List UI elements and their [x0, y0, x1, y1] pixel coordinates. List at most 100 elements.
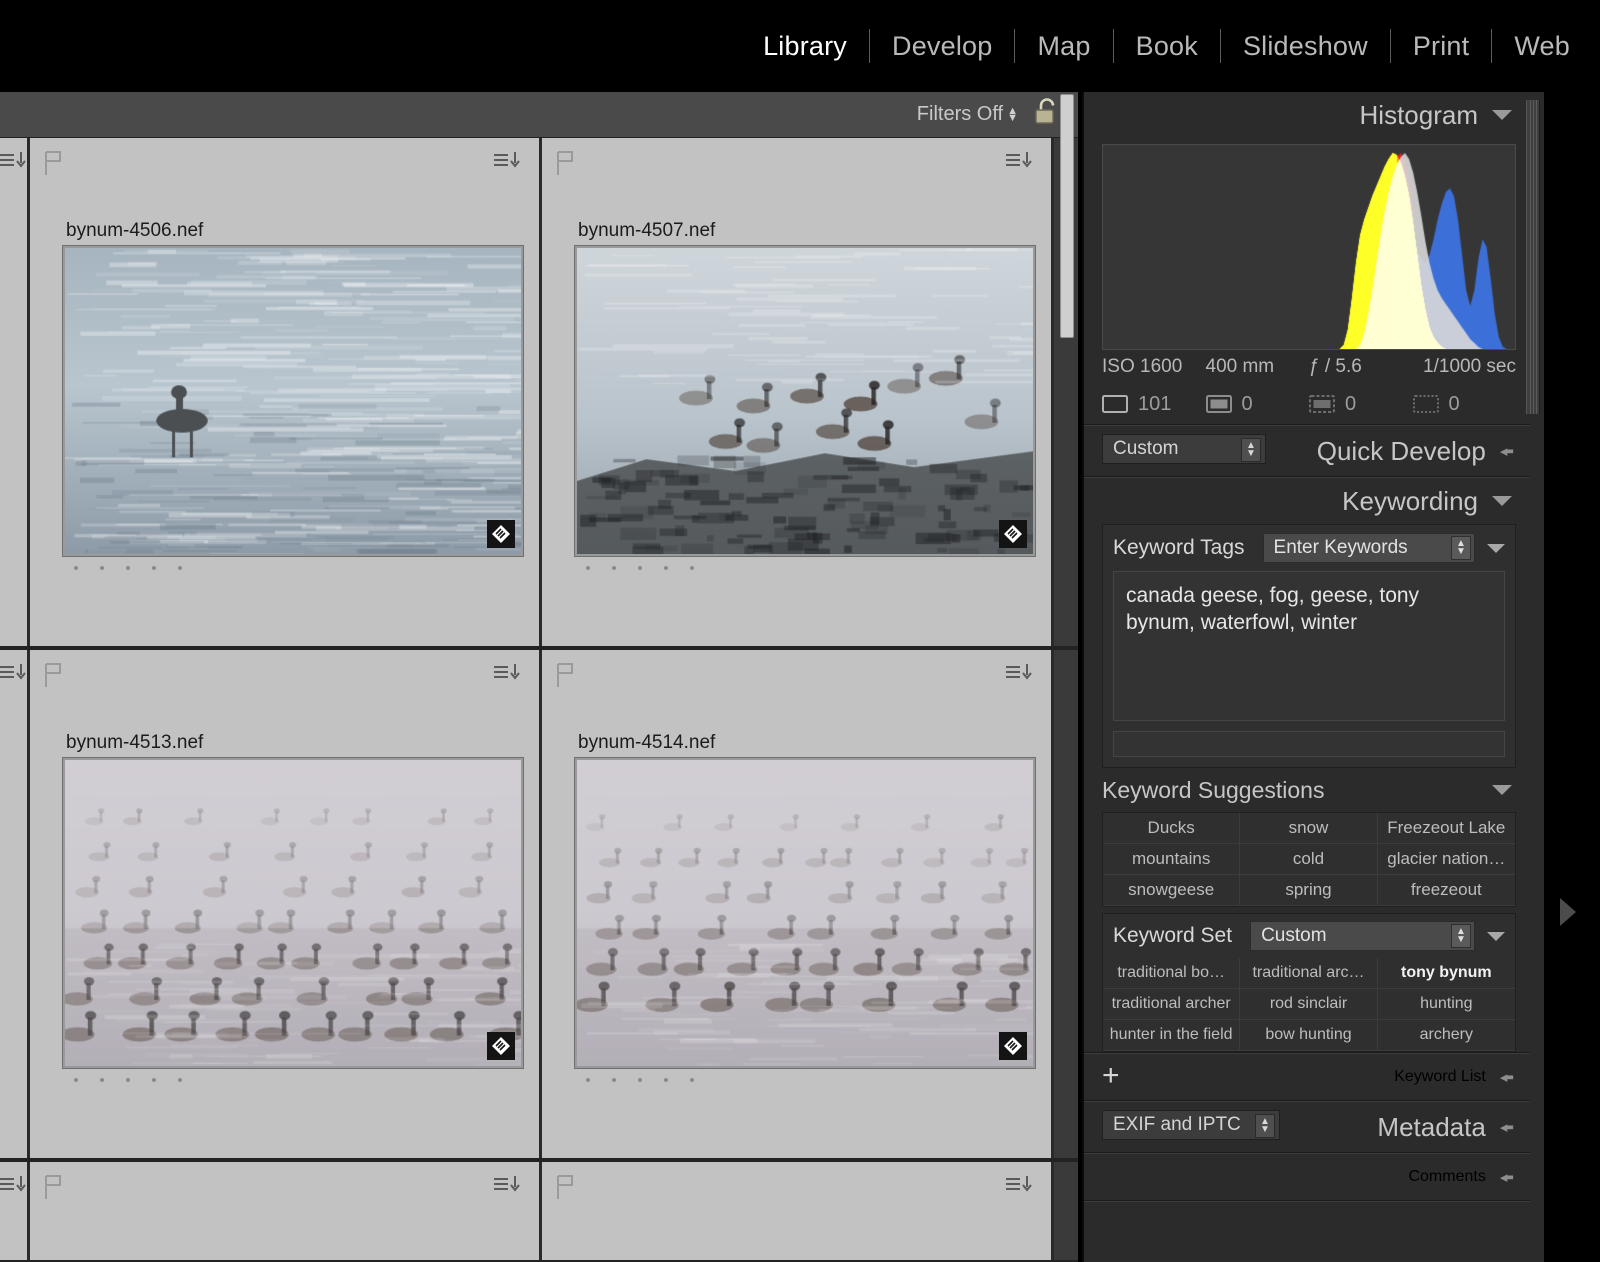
add-keyword-button[interactable]: +	[1102, 1061, 1120, 1091]
keyword-cell[interactable]: cold	[1240, 844, 1378, 875]
histogram-chart[interactable]	[1102, 144, 1516, 350]
chevron-down-icon[interactable]	[1492, 785, 1512, 795]
chevron-down-icon[interactable]	[1487, 931, 1505, 941]
keyword-cell[interactable]: snowgeese	[1103, 875, 1241, 906]
thumbnail-cell[interactable]: bynum-4506.nef	[30, 138, 542, 646]
keyword-set-grid[interactable]: traditional bo… traditional arc… tony bynu…	[1103, 958, 1515, 1051]
filter-stepper-icon[interactable]: ▲ ▼	[1007, 105, 1018, 123]
thumbnail-image[interactable]	[62, 757, 524, 1069]
thumbnail-image[interactable]	[62, 245, 524, 557]
chevron-down-icon[interactable]	[1492, 496, 1512, 506]
keyword-entry-input[interactable]	[1113, 731, 1505, 757]
right-panel-scrollbar[interactable]	[1526, 100, 1540, 414]
panel-scrubber-icon[interactable]: ◂▪▪	[1500, 1118, 1514, 1136]
panel-expand-arrow-icon[interactable]	[1560, 898, 1576, 926]
flag-icon[interactable]	[44, 150, 66, 176]
quick-develop-section-header[interactable]: Custom ▲ ▼ Quick Develop ◂▪▪	[1084, 426, 1530, 476]
keyword-cell[interactable]: Freezeout Lake	[1377, 813, 1515, 844]
grid-scrollbar-thumb[interactable]	[1060, 94, 1074, 338]
unsaved-metadata-icon[interactable]	[1005, 150, 1039, 181]
module-tab-library[interactable]: Library	[741, 31, 869, 62]
module-tab-web[interactable]: Web	[1492, 31, 1592, 62]
library-filter-bar[interactable]: Filters Off ▲ ▼	[0, 92, 1078, 138]
metadata-preset-select[interactable]: EXIF and IPTC ▲ ▼	[1102, 1110, 1280, 1140]
flag-icon[interactable]	[556, 150, 578, 176]
keyword-cell[interactable]: traditional archer	[1103, 989, 1241, 1020]
keyword-suggestions-section-header[interactable]: Keyword Suggestions	[1084, 768, 1530, 812]
unlocked-padlock-icon[interactable]	[1034, 97, 1060, 132]
keywords-textarea[interactable]: canada geese, fog, geese, tony bynum, wa…	[1113, 571, 1505, 721]
keyword-cell[interactable]: Ducks	[1103, 813, 1241, 844]
unsaved-metadata-icon[interactable]	[1005, 662, 1039, 693]
thumbnail-image[interactable]	[574, 245, 1036, 557]
chevron-down-icon[interactable]	[1487, 543, 1505, 553]
unsaved-metadata-icon[interactable]	[493, 1174, 527, 1205]
keyword-cell[interactable]: traditional bo…	[1103, 958, 1241, 989]
keyword-tag-badge[interactable]	[999, 520, 1027, 548]
flag-icon[interactable]	[556, 662, 578, 688]
thumbnail-image[interactable]	[574, 757, 1036, 1069]
keyword-set-select[interactable]: Custom ▲ ▼	[1250, 921, 1475, 951]
stepper-arrows-icon[interactable]: ▲ ▼	[1451, 536, 1471, 560]
comments-section-header[interactable]: Comments ◂▪▪	[1084, 1154, 1530, 1200]
unsaved-metadata-icon[interactable]	[493, 662, 527, 693]
flag-icon[interactable]	[556, 1174, 578, 1200]
thumbnail-cell-partial[interactable]	[0, 1162, 30, 1260]
thumbnail-cell-partial[interactable]	[0, 138, 30, 646]
keyword-list-section-header[interactable]: + Keyword List ◂▪▪	[1084, 1054, 1530, 1100]
panel-scrubber-icon[interactable]: ◂▪▪	[1500, 1068, 1514, 1086]
module-tab-book[interactable]: Book	[1114, 31, 1220, 62]
keyword-cell[interactable]: traditional arc…	[1240, 958, 1378, 989]
keyword-cell[interactable]: tony bynum	[1377, 958, 1515, 989]
keyword-cell[interactable]: glacier nation…	[1377, 844, 1515, 875]
keyword-tag-badge[interactable]	[487, 520, 515, 548]
unsaved-metadata-icon[interactable]	[493, 150, 527, 181]
keyword-cell[interactable]: spring	[1240, 875, 1378, 906]
keyword-mode-select[interactable]: Enter Keywords ▲ ▼	[1262, 533, 1475, 563]
keyword-suggestions-grid[interactable]: Ducks snow Freezeout Lake mountains cold glac…	[1103, 813, 1515, 906]
unsaved-metadata-icon[interactable]	[0, 1174, 33, 1205]
metadata-section-header[interactable]: EXIF and IPTC ▲ ▼ Metadata ◂▪▪	[1084, 1102, 1530, 1152]
chevron-down-icon[interactable]	[1492, 110, 1512, 120]
keyword-cell[interactable]: snow	[1240, 813, 1378, 844]
thumbnail-cell[interactable]: bynum-4514.nef	[542, 650, 1054, 1158]
stepper-arrows-icon[interactable]: ▲ ▼	[1451, 924, 1471, 948]
thumbnail-cell-partial[interactable]	[0, 650, 30, 1158]
unsaved-metadata-icon[interactable]	[0, 662, 33, 693]
thumbnail-cell[interactable]: bynum-4507.nef	[542, 138, 1054, 646]
quick-develop-preset-select[interactable]: Custom ▲ ▼	[1102, 434, 1266, 464]
rating-dots[interactable]	[74, 1078, 182, 1082]
keywording-section-header[interactable]: Keywording	[1084, 478, 1530, 524]
keyword-tag-badge[interactable]	[487, 1032, 515, 1060]
unsaved-metadata-icon[interactable]	[1005, 1174, 1039, 1205]
flag-icon[interactable]	[44, 1174, 66, 1200]
thumbnail-grid[interactable]: bynum-4506.nef bynum-4507.nef bynum-4513.n…	[0, 138, 1078, 1262]
module-tab-map[interactable]: Map	[1015, 31, 1112, 62]
keyword-cell[interactable]: freezeout	[1377, 875, 1515, 906]
keyword-cell[interactable]: bow hunting	[1240, 1020, 1378, 1051]
panel-scrubber-icon[interactable]: ◂▪▪	[1500, 442, 1514, 460]
filters-off-label[interactable]: Filters Off	[917, 103, 1003, 126]
keyword-cell[interactable]: hunting	[1377, 989, 1515, 1020]
unsaved-metadata-icon[interactable]	[0, 150, 33, 181]
thumbnail-cell[interactable]	[30, 1162, 542, 1260]
histogram-section-header[interactable]: Histogram	[1084, 92, 1530, 138]
stepper-arrows-icon[interactable]: ▲ ▼	[1241, 438, 1261, 462]
thumbnail-cell[interactable]	[542, 1162, 1054, 1260]
rating-dots[interactable]	[74, 566, 182, 570]
grid-scrollbar[interactable]	[1060, 94, 1074, 1212]
thumbnail-cell[interactable]: bynum-4513.nef	[30, 650, 542, 1158]
rating-dots[interactable]	[586, 1078, 694, 1082]
keyword-cell[interactable]: archery	[1377, 1020, 1515, 1051]
keyword-cell[interactable]: hunter in the field	[1103, 1020, 1241, 1051]
module-tab-print[interactable]: Print	[1391, 31, 1492, 62]
module-tab-develop[interactable]: Develop	[870, 31, 1014, 62]
flag-icon[interactable]	[44, 662, 66, 688]
keyword-cell[interactable]: rod sinclair	[1240, 989, 1378, 1020]
keyword-cell[interactable]: mountains	[1103, 844, 1241, 875]
keyword-tag-badge[interactable]	[999, 1032, 1027, 1060]
panel-scrubber-icon[interactable]: ◂▪▪	[1500, 1168, 1514, 1186]
stepper-arrows-icon[interactable]: ▲ ▼	[1255, 1114, 1275, 1138]
rating-dots[interactable]	[586, 566, 694, 570]
module-tab-slideshow[interactable]: Slideshow	[1221, 31, 1390, 62]
